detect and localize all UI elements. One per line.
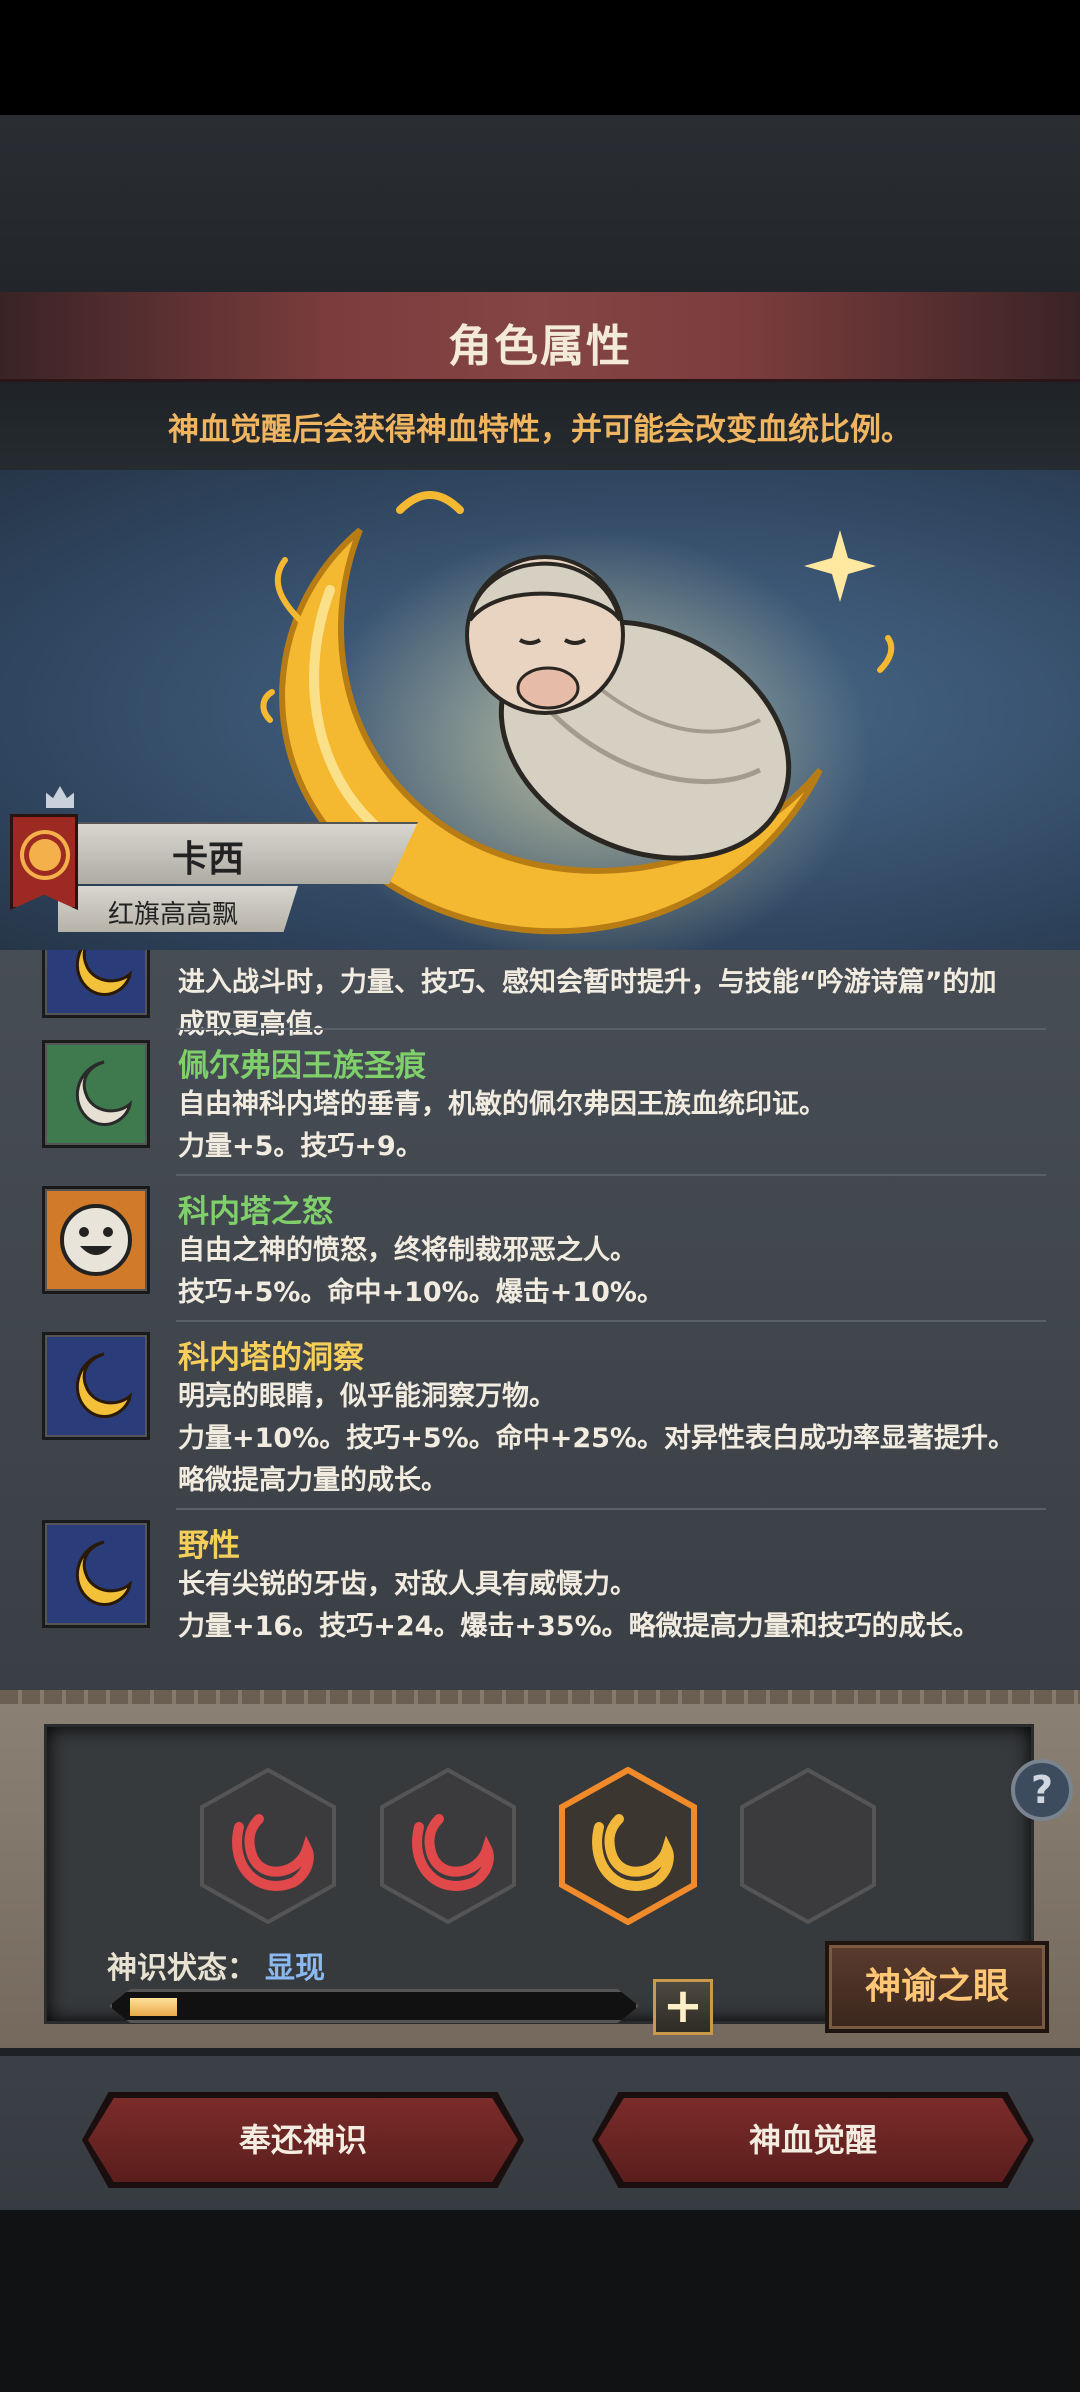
backdrop (0, 115, 1080, 295)
character-nameplate: 卡西 红旗高高飘 (0, 786, 420, 950)
trait-name: 佩尔弗因王族圣痕 (178, 1048, 426, 1084)
decorative-border (0, 1690, 1080, 1704)
trait-name: 科内塔的洞察 (178, 1340, 364, 1376)
progress-fill (130, 1998, 177, 2016)
divine-blood-awaken-button[interactable]: 神血觉醒 (598, 2098, 1028, 2182)
trait-desc-line: 明亮的眼睛，似乎能洞察万物。 (178, 1381, 556, 1412)
trait-desc-line: 自由神科内塔的垂青，机敏的佩尔弗因王族血统印证。 (178, 1089, 826, 1120)
trait-desc-line: 技巧+5%。命中+10%。爆击+10%。 (178, 1277, 664, 1308)
empty-slot[interactable] (739, 1767, 877, 1925)
trait-name: 野性 (178, 1528, 240, 1564)
crescent-moon-icon (42, 950, 150, 1018)
divine-sense-control: ? 神识状态： 显现 + 神谕之眼 (0, 1704, 1080, 2048)
crescent-moon-icon (42, 1520, 150, 1628)
character-attribute-panel: 角色属性 神血觉醒后会获得神血特性，并可能会改变血统比例。 卡西 红旗高高飘 进… (0, 292, 1080, 2392)
help-icon[interactable]: ? (1011, 1759, 1073, 1821)
add-button[interactable]: + (653, 1979, 713, 2035)
trait-desc-line: 成取更高值。 (178, 1009, 340, 1040)
awakening-tip: 神血觉醒后会获得神血特性，并可能会改变血统比例。 (168, 412, 912, 448)
separator (176, 1320, 1046, 1322)
divine-sense-box: ? 神识状态： 显现 + 神谕之眼 (44, 1724, 1073, 2035)
trait-list[interactable]: 进入战斗时，力量、技巧、感知会暂时提升，与技能“吟游诗篇”的加 成取更高值。 佩… (0, 950, 1080, 1690)
title-bar: 角色属性 (0, 292, 1080, 382)
page-title: 角色属性 (448, 321, 632, 372)
divider (0, 2048, 1080, 2056)
divine-sense-status-label: 神识状态： (107, 1951, 257, 1986)
red-crescent-slot[interactable] (379, 1767, 517, 1925)
navigation-area (0, 2210, 1080, 2392)
tip-bar: 神血觉醒后会获得神血特性，并可能会改变血统比例。 (0, 382, 1080, 470)
gold-crescent-slot[interactable] (559, 1767, 697, 1925)
crescent-moon-icon (42, 1332, 150, 1440)
character-subtitle: 红旗高高飘 (107, 900, 238, 930)
trait-desc-line: 力量+5。技巧+9。 (178, 1131, 423, 1162)
separator (176, 1174, 1046, 1176)
trait-desc-line: 略微提高力量的成长。 (178, 1465, 448, 1496)
separator (176, 1028, 1046, 1030)
smiling-face-icon (42, 1186, 150, 1294)
oracle-eye-button[interactable]: 神谕之眼 (825, 1941, 1049, 2033)
trait-desc-line: 自由之神的愤怒，终将制裁邪恶之人。 (178, 1235, 637, 1266)
divine-sense-status-value: 显现 (265, 1951, 325, 1986)
trait-name: 科内塔之怒 (178, 1194, 333, 1230)
status-bar-area (0, 0, 1080, 115)
red-banner-sun-icon (10, 814, 78, 910)
sparkle-icon (804, 530, 876, 602)
trait-desc-line: 力量+10%。技巧+5%。命中+25%。对异性表白成功率显著提升。 (178, 1423, 1015, 1454)
trait-desc-line: 进入战斗时，力量、技巧、感知会暂时提升，与技能“吟游诗篇”的加 (178, 967, 997, 998)
separator (176, 1508, 1046, 1510)
white-crescent-icon (42, 1040, 150, 1148)
trait-desc-line: 长有尖锐的牙齿，对敌人具有威慑力。 (178, 1569, 637, 1600)
return-divine-sense-button[interactable]: 奉还神识 (88, 2098, 518, 2182)
character-name: 卡西 (171, 839, 244, 880)
trait-desc-line: 力量+16。技巧+24。爆击+35%。略微提高力量和技巧的成长。 (178, 1611, 980, 1642)
red-crescent-slot[interactable] (199, 1767, 337, 1925)
divine-sense-progress-bar (109, 1989, 639, 2023)
